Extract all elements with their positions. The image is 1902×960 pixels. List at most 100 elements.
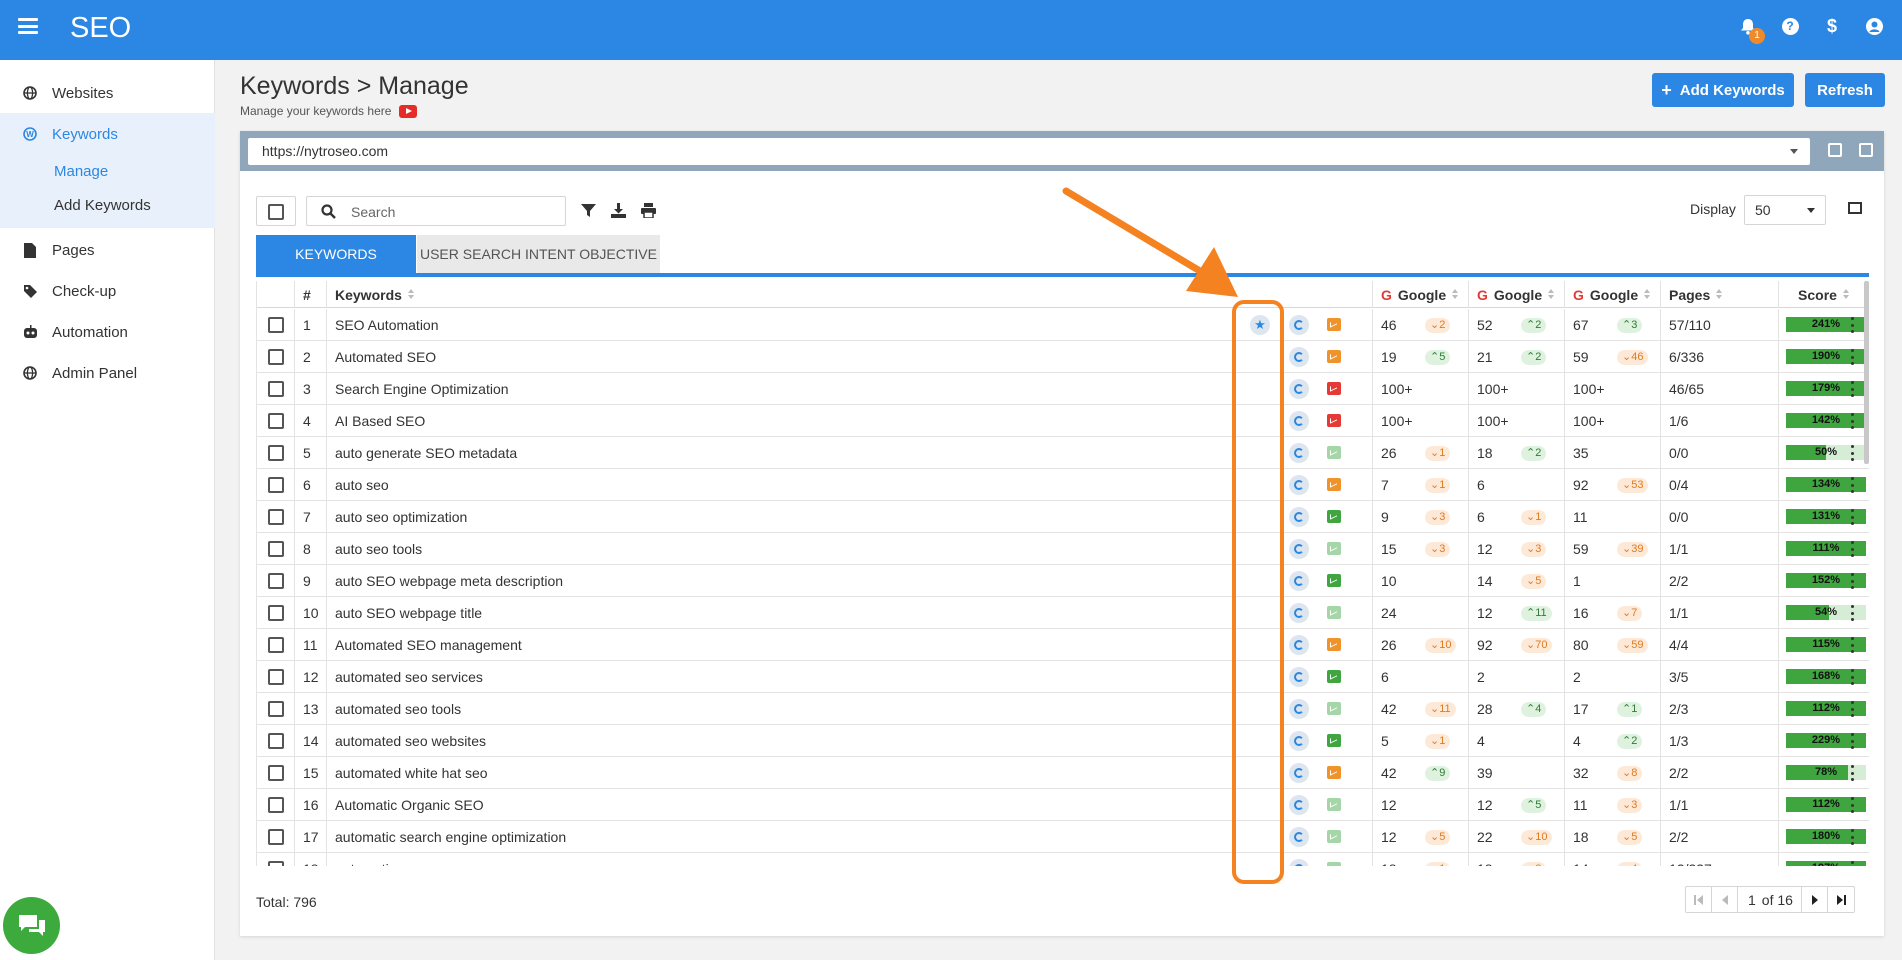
chart-icon[interactable] (1327, 606, 1341, 619)
header-google-3[interactable]: G Google (1565, 281, 1661, 308)
chat-button[interactable] (3, 897, 60, 954)
row-keyword[interactable]: auto SEO webpage meta description (335, 573, 563, 589)
table-row[interactable]: 8 auto seo tools 15 ⌄3 12 ⌄3 59 ⌄39 1/1 111% (257, 533, 1869, 565)
table-row[interactable]: 3 Search Engine Optimization 100+ 100+ 100+ 4… (257, 373, 1869, 405)
bell-icon[interactable]: 1 (1738, 16, 1765, 44)
ai-optimize-icon[interactable] (1289, 507, 1309, 527)
chart-icon[interactable] (1327, 862, 1341, 866)
chart-icon[interactable] (1327, 638, 1341, 651)
ai-optimize-icon[interactable] (1289, 475, 1309, 495)
table-row[interactable]: 7 auto seo optimization 9 ⌄3 6 ⌄1 11 0/0 131% (257, 501, 1869, 533)
table-row[interactable]: 10 auto SEO webpage title 24 12 ⌃11 16 ⌄7 1/1 54… (257, 597, 1869, 629)
row-menu-icon[interactable] (1851, 765, 1855, 781)
row-keyword[interactable]: auto seo tools (335, 541, 422, 557)
row-checkbox[interactable] (267, 317, 284, 333)
row-checkbox[interactable] (267, 829, 284, 845)
ai-optimize-icon[interactable] (1289, 411, 1309, 431)
row-checkbox[interactable] (267, 445, 284, 461)
chart-icon[interactable] (1327, 702, 1341, 715)
sidebar-item-websites[interactable]: Websites (0, 73, 215, 113)
row-menu-icon[interactable] (1851, 541, 1855, 557)
print-icon[interactable] (641, 203, 657, 219)
row-menu-icon[interactable] (1851, 861, 1855, 866)
row-checkbox[interactable] (267, 701, 284, 717)
table-row[interactable]: 15 automated white hat seo 42 ⌃9 39 32 ⌄8 2/2 78… (257, 757, 1869, 789)
first-page-button[interactable] (1686, 887, 1712, 912)
table-row[interactable]: 1 SEO Automation ★ 46 ⌄2 52 ⌃2 67 ⌃3 57/110 241% (257, 309, 1869, 341)
last-page-button[interactable] (1828, 887, 1854, 912)
row-keyword[interactable]: auto seo (335, 477, 389, 493)
youtube-icon[interactable] (399, 104, 418, 118)
ai-optimize-icon[interactable] (1289, 539, 1309, 559)
row-checkbox[interactable] (267, 669, 284, 685)
ai-optimize-icon[interactable] (1289, 667, 1309, 687)
row-menu-icon[interactable] (1851, 733, 1855, 749)
table-row[interactable]: 2 Automated SEO 19 ⌃5 21 ⌃2 59 ⌄46 6/336 190% (257, 341, 1869, 373)
chart-icon[interactable] (1327, 478, 1341, 491)
row-menu-icon[interactable] (1851, 701, 1855, 717)
table-row[interactable]: 16 Automatic Organic SEO 12 12 ⌃5 11 ⌄3 1/1 112% (257, 789, 1869, 821)
copy-icon[interactable] (1828, 143, 1842, 157)
row-keyword[interactable]: auto seo optimization (335, 509, 467, 525)
sidebar-subitem-manage[interactable]: Manage (54, 163, 108, 180)
chart-icon[interactable] (1327, 350, 1341, 363)
sidebar-item-keywords[interactable]: W Keywords (0, 114, 215, 154)
add-keywords-button[interactable]: + Add Keywords (1652, 73, 1794, 107)
row-keyword[interactable]: automated white hat seo (335, 765, 488, 781)
row-keyword[interactable]: SEO Automation (335, 317, 439, 333)
table-row[interactable]: 13 automated seo tools 42 ⌄11 28 ⌃4 17 ⌃1 2/3 112… (257, 693, 1869, 725)
table-row[interactable]: 5 auto generate SEO metadata 26 ⌄1 18 ⌃2 35 0/0… (257, 437, 1869, 469)
chart-icon[interactable] (1327, 414, 1341, 427)
next-page-button[interactable] (1802, 887, 1828, 912)
header-number[interactable]: # (295, 281, 327, 308)
row-keyword[interactable]: Automated SEO management (335, 637, 522, 653)
chart-icon[interactable] (1327, 798, 1341, 811)
row-menu-icon[interactable] (1851, 573, 1855, 589)
ai-optimize-icon[interactable] (1289, 443, 1309, 463)
row-keyword[interactable]: automated seo services (335, 669, 483, 685)
ai-optimize-icon[interactable] (1289, 763, 1309, 783)
row-checkbox[interactable] (267, 733, 284, 749)
header-google-1[interactable]: G Google (1373, 281, 1469, 308)
row-menu-icon[interactable] (1851, 445, 1855, 461)
ai-optimize-icon[interactable] (1289, 571, 1309, 591)
chart-icon[interactable] (1327, 766, 1341, 779)
header-google-2[interactable]: G Google (1469, 281, 1565, 308)
external-link-icon[interactable] (1859, 143, 1873, 157)
table-row[interactable]: 12 automated seo services 6 2 2 3/5 168% (257, 661, 1869, 693)
hamburger-menu-icon[interactable] (18, 18, 38, 34)
ai-optimize-icon[interactable] (1289, 635, 1309, 655)
row-keyword[interactable]: Automated SEO (335, 349, 436, 365)
ai-optimize-icon[interactable] (1289, 347, 1309, 367)
refresh-button[interactable]: Refresh (1805, 73, 1885, 107)
row-menu-icon[interactable] (1851, 605, 1855, 621)
row-menu-icon[interactable] (1851, 829, 1855, 845)
row-menu-icon[interactable] (1851, 317, 1855, 333)
row-checkbox[interactable] (267, 413, 284, 429)
table-row[interactable]: 4 AI Based SEO 100+ 100+ 100+ 1/6 142% (257, 405, 1869, 437)
row-menu-icon[interactable] (1851, 797, 1855, 813)
row-checkbox[interactable] (267, 605, 284, 621)
row-menu-icon[interactable] (1851, 477, 1855, 493)
table-row[interactable]: 9 auto SEO webpage meta description 10 14 ⌄5… (257, 565, 1869, 597)
ai-optimize-icon[interactable] (1289, 379, 1309, 399)
display-count-select[interactable]: 50 (1744, 195, 1826, 225)
sidebar-item-automation[interactable]: Automation (0, 312, 215, 352)
row-keyword[interactable]: Search Engine Optimization (335, 381, 509, 397)
row-keyword[interactable]: automatic seo (335, 861, 422, 866)
chart-icon[interactable] (1327, 670, 1341, 683)
chart-icon[interactable] (1327, 574, 1341, 587)
table-scrollbar[interactable] (1864, 281, 1869, 464)
ai-optimize-icon[interactable] (1289, 699, 1309, 719)
row-checkbox[interactable] (267, 573, 284, 589)
prev-page-button[interactable] (1712, 887, 1738, 912)
row-checkbox[interactable] (267, 861, 284, 866)
table-row[interactable]: 11 Automated SEO management 26 ⌄10 92 ⌄70 80 ⌄5… (257, 629, 1869, 661)
chart-icon[interactable] (1327, 318, 1341, 331)
row-checkbox[interactable] (267, 381, 284, 397)
row-checkbox[interactable] (267, 477, 284, 493)
search-input[interactable] (351, 202, 551, 222)
filter-icon[interactable] (581, 203, 597, 219)
header-score[interactable]: Score (1779, 281, 1869, 308)
ai-optimize-icon[interactable] (1289, 795, 1309, 815)
